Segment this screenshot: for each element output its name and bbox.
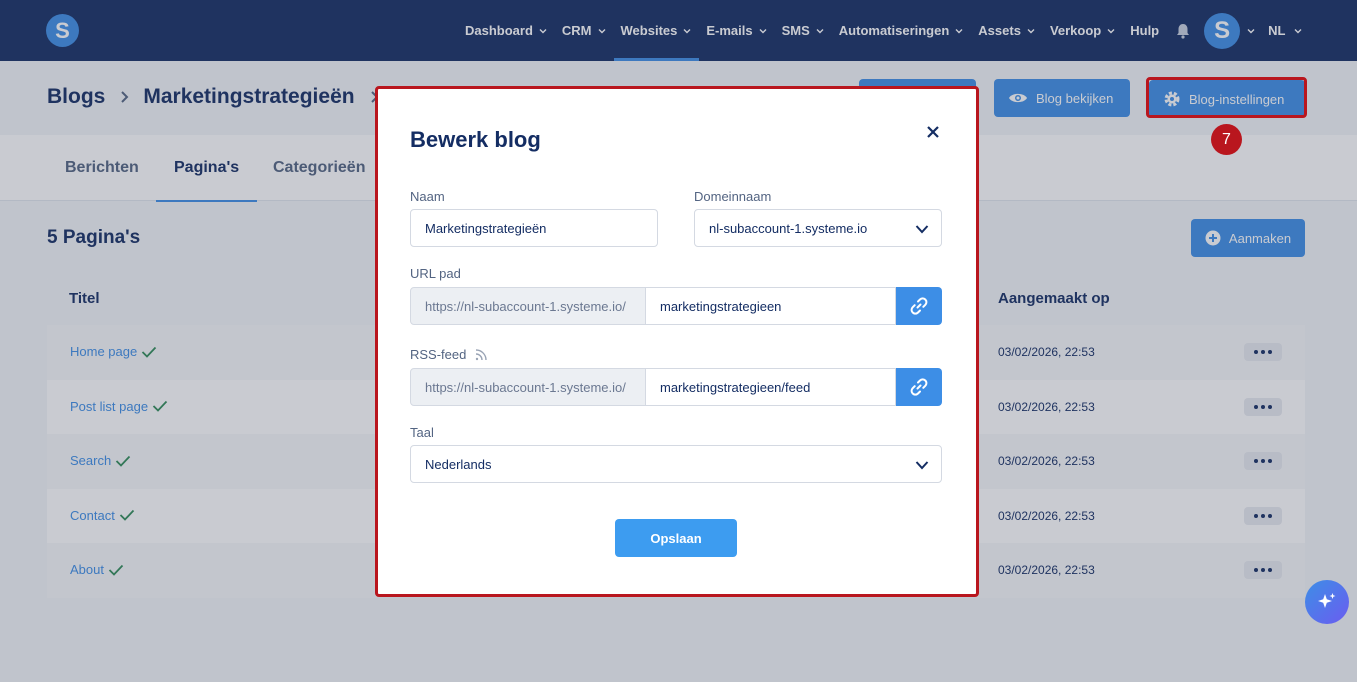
sparkle-icon: [1318, 593, 1336, 608]
url-prefix: https://nl-subaccount-1.systeme.io/: [410, 287, 646, 325]
domain-value: nl-subaccount-1.systeme.io: [709, 220, 868, 236]
url-prefix-text: https://nl-subaccount-1.systeme.io/: [425, 298, 626, 314]
rss-path-value: marketingstrategieen/feed: [660, 379, 811, 395]
ai-assistant-button[interactable]: [1305, 580, 1349, 624]
rss-path-input[interactable]: marketingstrategieen/feed: [646, 368, 896, 406]
open-rss-button[interactable]: [896, 368, 942, 406]
language-select[interactable]: Nederlands: [410, 445, 942, 483]
language-label: Taal: [410, 425, 434, 440]
rss-icon: [475, 349, 487, 361]
edit-blog-modal: Bewerk blog Naam Marketingstrategieën Do…: [375, 86, 979, 597]
rss-prefix-text: https://nl-subaccount-1.systeme.io/: [425, 379, 626, 395]
name-field[interactable]: Marketingstrategieën: [410, 209, 658, 247]
close-icon[interactable]: [925, 124, 941, 140]
chevron-down-icon: [915, 225, 929, 234]
chevron-down-icon: [915, 461, 929, 470]
domain-select[interactable]: nl-subaccount-1.systeme.io: [694, 209, 942, 247]
name-value: Marketingstrategieën: [425, 220, 547, 236]
save-label: Opslaan: [650, 530, 702, 546]
domain-label: Domeinnaam: [694, 189, 772, 204]
url-path-input[interactable]: marketingstrategieen: [646, 287, 896, 325]
highlight-frame: [1146, 77, 1307, 118]
link-icon: [910, 378, 928, 396]
rss-label: RSS-feed: [410, 347, 467, 362]
link-icon: [910, 297, 928, 315]
save-button[interactable]: Opslaan: [615, 519, 737, 557]
modal-title: Bewerk blog: [410, 127, 541, 152]
url-label: URL pad: [410, 266, 461, 281]
step-badge: 7: [1211, 124, 1242, 155]
open-url-button[interactable]: [896, 287, 942, 325]
rss-prefix: https://nl-subaccount-1.systeme.io/: [410, 368, 646, 406]
name-label: Naam: [410, 189, 445, 204]
url-path-value: marketingstrategieen: [660, 298, 782, 314]
language-value: Nederlands: [425, 456, 492, 472]
